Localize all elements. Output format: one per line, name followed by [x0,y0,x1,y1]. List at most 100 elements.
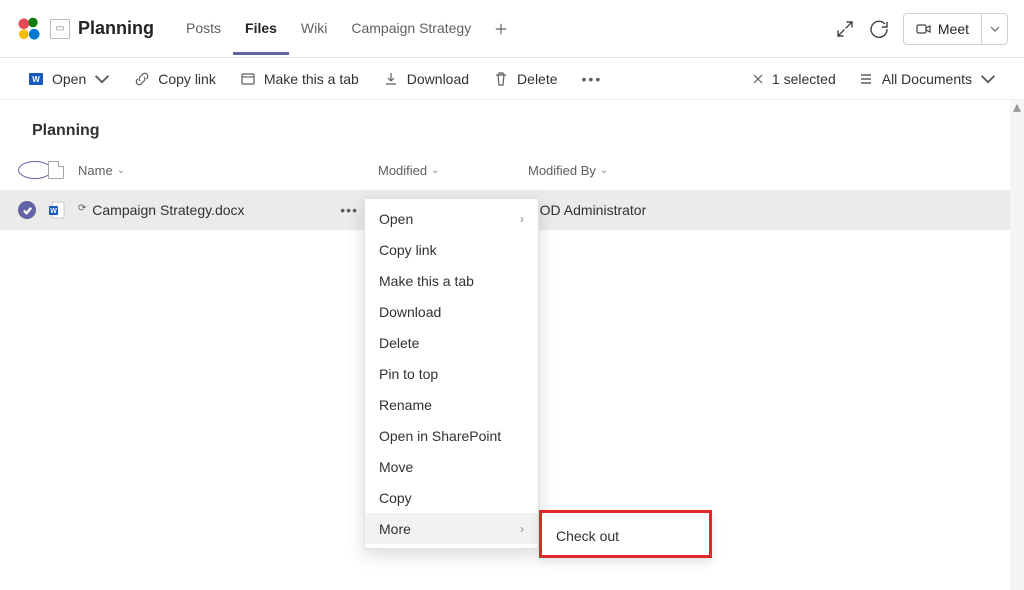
column-headers: Name ⌄ Modified ⌄ Modified By ⌄ [0,150,1024,190]
modified-column-header[interactable]: Modified ⌄ [378,163,528,178]
copy-link-label: Copy link [158,71,216,87]
chevron-down-icon: ⌄ [600,165,608,176]
ctx-copy-label: Copy [379,490,412,506]
name-header-label: Name [78,163,113,178]
tab-posts[interactable]: Posts [174,2,233,55]
chevron-down-icon: ⌄ [431,165,439,176]
refresh-icon[interactable] [869,19,889,39]
meet-label: Meet [938,21,969,37]
file-name: Campaign Strategy.docx [92,202,244,218]
file-type-cell: W [48,201,78,219]
ctx-copy[interactable]: Copy [365,482,538,513]
ctx-more-label: More [379,521,411,537]
row-select[interactable] [18,201,48,219]
open-label: Open [52,71,86,87]
modifiedby-column-header[interactable]: Modified By ⌄ [528,163,728,178]
svg-text:W: W [50,208,57,215]
ctx-open[interactable]: Open › [365,203,538,234]
selection-count-label: 1 selected [772,71,836,87]
ctx-download-label: Download [379,304,441,320]
download-button[interactable]: Download [383,71,469,87]
chevron-right-icon: › [520,522,524,536]
scroll-up-icon[interactable]: ▴ [1012,102,1022,112]
download-label: Download [407,71,469,87]
svg-text:W: W [32,75,40,84]
ctx-rename[interactable]: Rename [365,389,538,420]
select-all-cell[interactable] [18,161,48,179]
type-column-header[interactable] [48,161,78,179]
word-doc-icon: W [48,201,66,219]
ctx-delete-label: Delete [379,335,419,351]
ctx-rename-label: Rename [379,397,432,413]
add-tab-button[interactable] [487,15,515,43]
word-icon: W [28,71,44,87]
ctx-delete[interactable]: Delete [365,327,538,358]
view-label: All Documents [882,71,972,87]
team-avatar-icon [16,16,42,42]
chevron-down-icon [980,71,996,87]
tab-wiki[interactable]: Wiki [289,2,339,55]
ctx-more[interactable]: More › [365,513,538,544]
ctx-copy-link-label: Copy link [379,242,437,258]
meet-caret-button[interactable] [981,14,1007,44]
close-icon [752,73,764,85]
ctx-move-label: Move [379,459,413,475]
library-title: Planning [0,100,1024,150]
command-bar-right: 1 selected All Documents [752,71,996,87]
selection-count[interactable]: 1 selected [752,71,836,87]
channel-tabs: Posts Files Wiki Campaign Strategy [174,2,515,55]
tab-campaign-strategy[interactable]: Campaign Strategy [339,2,483,55]
file-name-cell[interactable]: ⟳ Campaign Strategy.docx ••• [78,202,378,218]
channel-name: Planning [78,18,154,39]
chevron-down-icon: ⌄ [117,165,125,176]
ctx-make-tab[interactable]: Make this a tab [365,265,538,296]
ctx-make-tab-label: Make this a tab [379,273,474,289]
make-tab-button[interactable]: Make this a tab [240,71,359,87]
ctx-move[interactable]: Move [365,451,538,482]
ctx-pin-label: Pin to top [379,366,438,382]
modified-by-cell: MOD Administrator [528,202,728,218]
delete-button[interactable]: Delete [493,71,557,87]
copy-link-button[interactable]: Copy link [134,71,216,87]
channel-type-icon: ▭ [50,19,70,39]
chevron-down-icon [94,71,110,87]
overflow-button[interactable]: ••• [582,71,603,87]
header-left: ▭ Planning Posts Files Wiki Campaign Str… [16,2,515,55]
chevron-right-icon: › [520,212,524,226]
ctx-open-sharepoint[interactable]: Open in SharePoint [365,420,538,451]
ctx-pin[interactable]: Pin to top [365,358,538,389]
view-switcher[interactable]: All Documents [858,71,996,87]
download-icon [383,71,399,87]
row-actions-button[interactable]: ••• [336,202,362,218]
vertical-scrollbar[interactable]: ▴ [1010,100,1024,590]
link-icon [134,71,150,87]
ctx-download[interactable]: Download [365,296,538,327]
selected-checkmark-icon [18,201,36,219]
ctx-open-label: Open [379,211,413,227]
sync-status-icon: ⟳ [78,203,86,214]
header-right: Meet [835,13,1008,45]
delete-label: Delete [517,71,557,87]
list-icon [858,71,874,87]
ctx-check-out[interactable]: Check out [542,519,709,553]
tab-files[interactable]: Files [233,2,289,55]
trash-icon [493,71,509,87]
tab-icon [240,71,256,87]
expand-icon[interactable] [835,19,855,39]
channel-header: ▭ Planning Posts Files Wiki Campaign Str… [0,0,1024,58]
ctx-copy-link[interactable]: Copy link [365,234,538,265]
meet-button[interactable]: Meet [904,14,981,44]
meet-button-group: Meet [903,13,1008,45]
command-bar: W Open Copy link Make this a tab Downloa… [0,58,1024,100]
more-submenu: Check out [539,510,712,558]
file-context-menu: Open › Copy link Make this a tab Downloa… [364,198,539,549]
modified-header-label: Modified [378,163,427,178]
open-button[interactable]: W Open [28,71,110,87]
video-icon [916,21,932,37]
select-all-checkmark-icon [18,161,52,179]
name-column-header[interactable]: Name ⌄ [78,163,378,178]
ctx-open-sharepoint-label: Open in SharePoint [379,428,501,444]
modifiedby-header-label: Modified By [528,163,596,178]
make-tab-label: Make this a tab [264,71,359,87]
ctx-check-out-label: Check out [556,528,619,544]
